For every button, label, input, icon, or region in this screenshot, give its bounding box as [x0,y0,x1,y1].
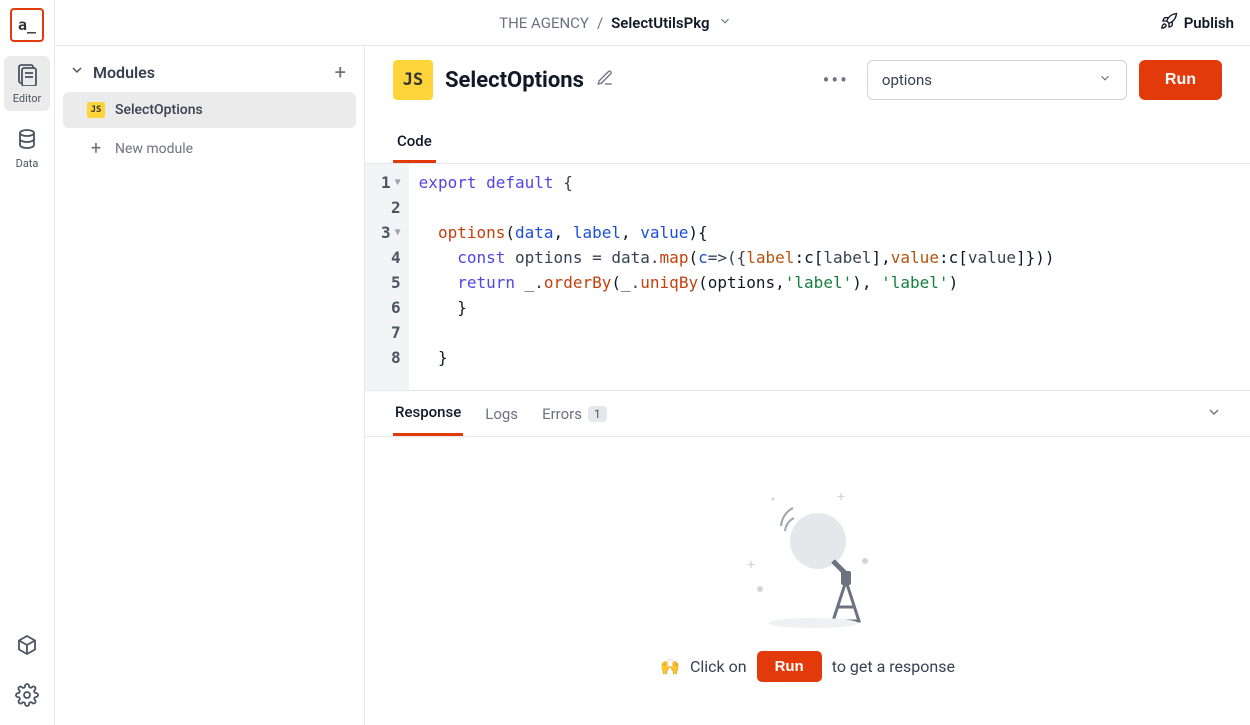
module-title: SelectOptions [445,68,584,93]
run-button-inline[interactable]: Run [757,651,822,682]
function-select-value: options [882,71,932,89]
app-logo[interactable]: a_ [10,8,44,42]
breadcrumb-org: THE AGENCY [499,14,589,32]
gear-icon [15,683,39,711]
editor-icon [15,62,39,90]
new-module-button[interactable]: + New module [63,128,356,169]
rail-editor[interactable]: Editor [4,56,50,111]
publish-button[interactable]: Publish [1160,12,1234,34]
topbar: THE AGENCY / SelectUtilsPkg Publish [55,0,1250,46]
breadcrumb[interactable]: THE AGENCY / SelectUtilsPkg [71,14,1160,32]
tab-errors-label: Errors [542,405,582,423]
response-hint: 🙌 Click on Run to get a response [660,651,955,682]
hint-after: to get a response [832,657,955,676]
tab-response[interactable]: Response [393,391,463,436]
chevron-down-icon [1098,71,1112,89]
js-icon: JS [393,60,433,100]
function-select[interactable]: options [867,60,1127,100]
publish-label: Publish [1184,14,1234,32]
rail-data[interactable]: Data [4,121,50,176]
more-menu-button[interactable]: ••• [817,68,855,92]
rocket-icon [1160,12,1178,34]
breadcrumb-pkg: SelectUtilsPkg [611,14,709,32]
svg-text:+: + [747,557,755,573]
package-icon [15,633,39,661]
tab-errors[interactable]: Errors 1 [540,393,609,435]
tab-code[interactable]: Code [393,122,436,163]
new-module-label: New module [115,141,193,157]
editor-pane: JS SelectOptions ••• options Run [365,46,1250,725]
run-button[interactable]: Run [1139,60,1222,100]
chevron-down-icon[interactable] [1206,404,1222,424]
js-icon: JS [87,102,105,118]
hands-emoji-icon: 🙌 [660,657,680,676]
tab-logs[interactable]: Logs [483,393,520,435]
chevron-down-icon[interactable] [718,14,732,32]
svg-text:+: + [837,489,845,505]
add-module-button[interactable]: + [335,60,346,84]
code-content[interactable]: export default { options(data, label, va… [409,164,1250,390]
sidebar-item-label: SelectOptions [115,102,203,118]
nav-rail: a_ Editor Data [0,0,55,725]
plus-icon: + [87,138,105,159]
hint-before: Click on [690,657,747,676]
response-tabs: Response Logs Errors 1 [365,390,1250,437]
satellite-illustration: + + [733,481,883,631]
rail-editor-label: Editor [13,92,42,105]
rail-settings[interactable] [4,677,50,717]
code-gutter: 1▼ 2 3▼ 4 5 6 7 8 [365,164,409,390]
sidebar: Modules + JS SelectOptions + New module [55,46,365,725]
code-editor[interactable]: 1▼ 2 3▼ 4 5 6 7 8 export default { optio… [365,164,1250,390]
breadcrumb-sep: / [597,14,603,32]
pencil-icon[interactable] [596,69,614,91]
sidebar-heading: Modules [93,63,327,82]
rail-data-label: Data [16,157,39,170]
rail-packages[interactable] [4,627,50,667]
sidebar-item-selectoptions[interactable]: JS SelectOptions [63,92,356,128]
response-body: + + [365,437,1250,725]
error-count-badge: 1 [588,406,607,422]
chevron-down-icon[interactable] [69,62,85,82]
database-icon [15,127,39,155]
